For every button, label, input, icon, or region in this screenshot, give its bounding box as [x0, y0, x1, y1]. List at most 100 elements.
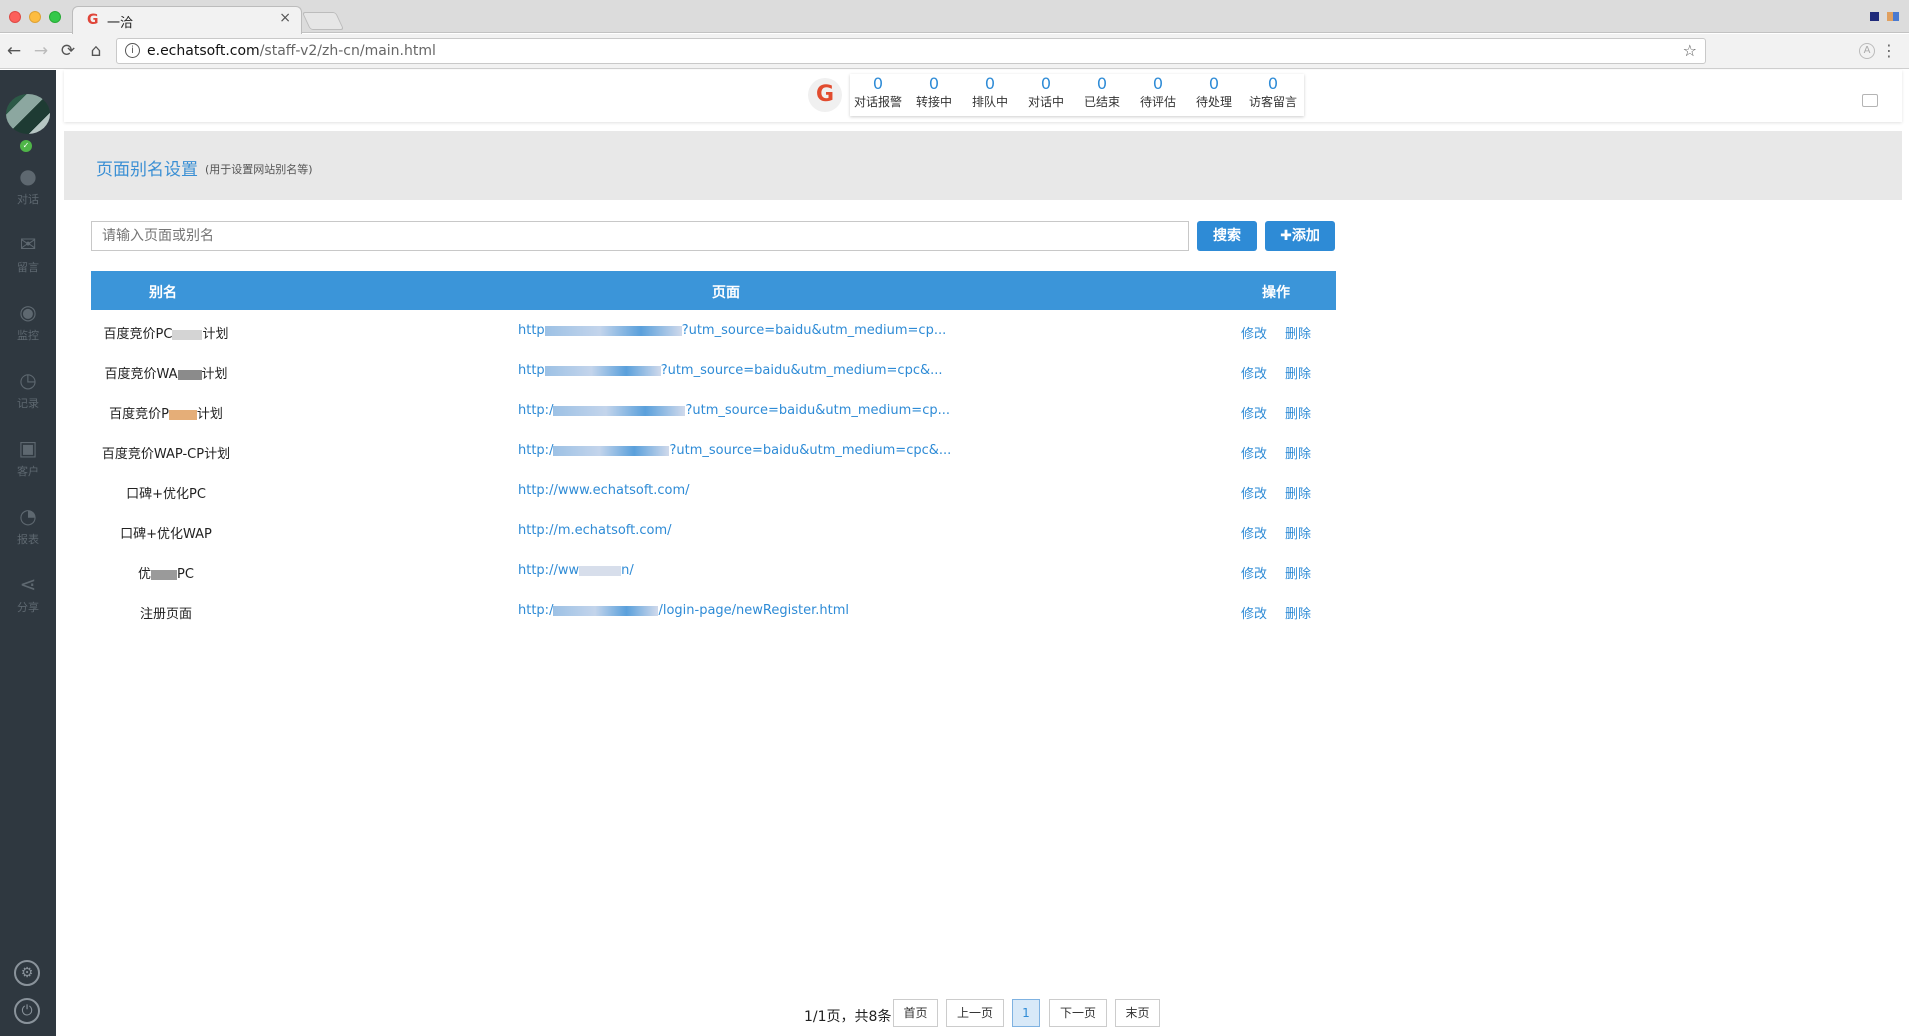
sidebar-item-monitor[interactable]: ◉ 监控	[0, 300, 56, 343]
bookmark-star-icon[interactable]: ☆	[1683, 41, 1697, 60]
stat-pending-rating[interactable]: 0 待评估	[1130, 74, 1186, 116]
column-header-page: 页面	[712, 285, 740, 301]
folder-export-icon[interactable]	[1862, 94, 1878, 107]
delete-link[interactable]: 删除	[1285, 523, 1311, 542]
alias-cell: 百度竞价WAP-CP计划	[101, 447, 231, 462]
edit-link[interactable]: 修改	[1241, 603, 1267, 622]
power-icon[interactable]: ⏻	[14, 998, 40, 1024]
sidebar-item-label: 记录	[17, 397, 39, 410]
sidebar-item-chat[interactable]: ● 对话	[0, 164, 56, 207]
edit-link[interactable]: 修改	[1241, 563, 1267, 582]
online-status-icon: ✓	[20, 140, 32, 152]
extension-icon[interactable]	[1887, 12, 1899, 21]
alias-cell: 口碑+优化WAP	[120, 527, 212, 542]
alias-cell: 百度竞价P 计划	[109, 407, 223, 422]
browser-tab[interactable]: G 一洽 ×	[72, 6, 302, 34]
pie-chart-icon: ◔	[19, 504, 37, 528]
page-link[interactable]: http:/?utm_source=baidu&utm_medium=cpc&.…	[518, 443, 951, 458]
page-header: 页面别名设置 (用于设置网站别名等)	[64, 131, 1902, 200]
page-link[interactable]: http ?utm_source=baidu&utm_medium=cp...	[518, 323, 946, 338]
sidebar-item-label: 对话	[17, 193, 39, 206]
column-header-alias: 别名	[149, 285, 177, 301]
sidebar-item-customers[interactable]: ▣ 客户	[0, 436, 56, 479]
sidebar-item-messages[interactable]: ✉ 留言	[0, 232, 56, 275]
table-row: 优 PC http://ww n/ 修改 删除	[91, 551, 1336, 591]
top-status-bar: G 0 对话报警 0 转接中 0 排队中 0 对话中 0 已结束 0 待评估 0 待处理 0访…	[64, 70, 1902, 122]
site-info-icon[interactable]: i	[125, 43, 140, 58]
avatar[interactable]	[6, 94, 50, 134]
window-close-button[interactable]	[9, 11, 21, 23]
eye-icon: ◉	[19, 300, 37, 324]
stat-visitor-messages[interactable]: 0 访客留言	[1242, 74, 1304, 116]
window-minimize-button[interactable]	[29, 11, 41, 23]
page-link[interactable]: http:/?utm_source=baidu&utm_medium=cp...	[518, 403, 950, 418]
edit-link[interactable]: 修改	[1241, 403, 1267, 422]
table-row: 注册页面 http://login-page/newRegister.html …	[91, 591, 1336, 631]
sidebar-item-label: 留言	[17, 261, 39, 274]
address-bar[interactable]: i e.echatsoft.com/staff-v2/zh-cn/main.ht…	[116, 38, 1706, 64]
page-link[interactable]: http://m.echatsoft.com/	[518, 523, 672, 538]
stat-pending[interactable]: 0 待处理	[1186, 74, 1242, 116]
last-page-button[interactable]: 末页	[1115, 999, 1160, 1027]
browser-toolbar: ← → ⟳ ⌂ i e.echatsoft.com/staff-v2/zh-cn…	[0, 34, 1909, 69]
first-page-button[interactable]: 首页	[893, 999, 938, 1027]
next-page-button[interactable]: 下一页	[1049, 999, 1107, 1027]
table-row: 口碑+优化PC http://www.echatsoft.com/ 修改 删除	[91, 471, 1336, 511]
delete-link[interactable]: 删除	[1285, 363, 1311, 382]
home-icon[interactable]: ⌂	[86, 41, 106, 61]
edit-link[interactable]: 修改	[1241, 323, 1267, 342]
page-link[interactable]: http://login-page/newRegister.html	[518, 603, 849, 618]
stat-ended[interactable]: 0 已结束	[1074, 74, 1130, 116]
stat-chat-alarm[interactable]: 0 对话报警	[850, 74, 906, 116]
new-tab-button[interactable]	[301, 12, 345, 30]
tab-close-icon[interactable]: ×	[279, 10, 291, 26]
forward-icon[interactable]: →	[31, 41, 51, 61]
back-icon[interactable]: ←	[4, 41, 24, 61]
page-subtitle: (用于设置网站别名等)	[205, 163, 313, 176]
prev-page-button[interactable]: 上一页	[946, 999, 1004, 1027]
add-button[interactable]: ✚添加	[1265, 221, 1335, 251]
search-button[interactable]: 搜索	[1197, 221, 1257, 251]
mail-icon: ✉	[19, 232, 37, 256]
settings-gear-icon[interactable]: ⚙	[14, 960, 40, 986]
edit-link[interactable]: 修改	[1241, 523, 1267, 542]
edit-link[interactable]: 修改	[1241, 483, 1267, 502]
table-row: 口碑+优化WAP http://m.echatsoft.com/ 修改 删除	[91, 511, 1336, 551]
conversation-stats: 0 对话报警 0 转接中 0 排队中 0 对话中 0 已结束 0 待评估 0 待处理 0 访客留…	[850, 74, 1304, 116]
sidebar-item-reports[interactable]: ◔ 报表	[0, 504, 56, 547]
delete-link[interactable]: 删除	[1285, 603, 1311, 622]
stat-transferring[interactable]: 0 转接中	[906, 74, 962, 116]
stat-in-chat[interactable]: 0 对话中	[1018, 74, 1074, 116]
browser-menu-icon[interactable]: ⋮	[1881, 41, 1897, 60]
current-page-button[interactable]: 1	[1012, 999, 1040, 1027]
reload-icon[interactable]: ⟳	[58, 41, 78, 61]
clock-icon: ◷	[19, 368, 37, 392]
delete-link[interactable]: 删除	[1285, 323, 1311, 342]
alias-cell: 百度竞价WA 计划	[104, 367, 228, 382]
sidebar-item-share[interactable]: ⋖ 分享	[0, 572, 56, 615]
page-link[interactable]: http://www.echatsoft.com/	[518, 483, 690, 498]
page-link[interactable]: http ?utm_source=baidu&utm_medium=cpc&...	[518, 363, 943, 378]
search-input[interactable]	[91, 221, 1189, 251]
alias-cell: 注册页面	[139, 607, 192, 622]
profile-icon[interactable]: A	[1859, 43, 1875, 59]
sidebar-item-label: 客户	[17, 465, 39, 478]
sidebar-item-label: 监控	[17, 329, 39, 342]
chat-bubble-icon: ●	[19, 164, 37, 188]
extension-icon[interactable]	[1870, 12, 1879, 21]
share-icon: ⋖	[19, 572, 37, 596]
delete-link[interactable]: 删除	[1285, 563, 1311, 582]
delete-link[interactable]: 删除	[1285, 443, 1311, 462]
table-header: 别名 页面 操作	[91, 271, 1336, 310]
edit-link[interactable]: 修改	[1241, 443, 1267, 462]
delete-link[interactable]: 删除	[1285, 403, 1311, 422]
column-header-actions: 操作	[1262, 285, 1290, 301]
url-text: e.echatsoft.com/staff-v2/zh-cn/main.html	[147, 43, 436, 59]
page-link[interactable]: http://ww n/	[518, 563, 634, 578]
window-zoom-button[interactable]	[49, 11, 61, 23]
edit-link[interactable]: 修改	[1241, 363, 1267, 382]
sidebar-item-label: 报表	[17, 533, 39, 546]
delete-link[interactable]: 删除	[1285, 483, 1311, 502]
sidebar-item-records[interactable]: ◷ 记录	[0, 368, 56, 411]
stat-queueing[interactable]: 0 排队中	[962, 74, 1018, 116]
